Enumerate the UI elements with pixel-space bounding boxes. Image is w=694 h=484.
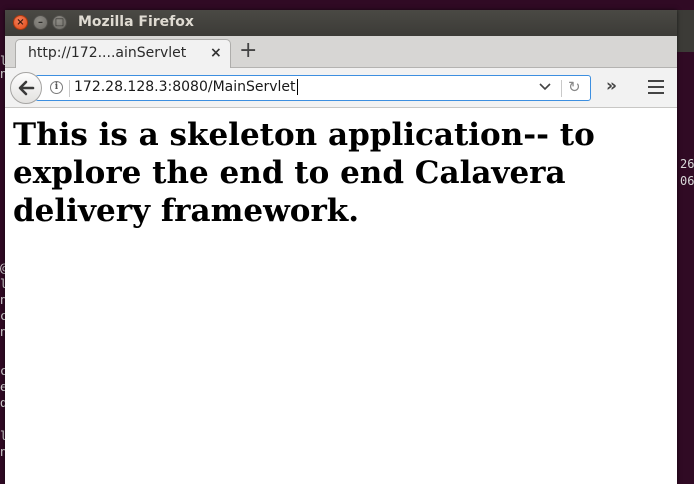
back-arrow-icon	[18, 80, 35, 96]
tab-close-icon[interactable]: ×	[210, 45, 222, 61]
url-bar[interactable]: i 172.28.128.3:8080/MainServlet ↻	[35, 75, 591, 101]
reload-icon[interactable]: ↻	[568, 78, 581, 96]
minimize-window-button[interactable]: –	[33, 15, 48, 30]
terminal-fragment: 26	[680, 157, 694, 171]
maximize-window-button[interactable]: □	[52, 15, 67, 30]
info-icon[interactable]: i	[50, 81, 63, 94]
url-input[interactable]: 172.28.128.3:8080/MainServlet	[74, 79, 298, 95]
page-heading: This is a skeleton application-- to expl…	[13, 117, 595, 229]
navigation-toolbar: i 172.28.128.3:8080/MainServlet ↻ »	[5, 68, 677, 108]
url-separator	[69, 80, 70, 97]
overflow-menu-button[interactable]: »	[606, 76, 617, 96]
tab-strip: http://172....ainServlet × +	[5, 36, 677, 68]
terminal-fragment: 06	[680, 174, 694, 188]
panel-strip	[676, 10, 694, 52]
chevron-down-icon[interactable]	[539, 79, 551, 97]
firefox-window: × – □ Mozilla Firefox http://172....ainS…	[5, 10, 677, 484]
close-window-button[interactable]: ×	[13, 15, 28, 30]
tab-main-servlet[interactable]: http://172....ainServlet ×	[15, 39, 231, 68]
window-title: Mozilla Firefox	[78, 14, 194, 30]
page-content: This is a skeleton application-- to expl…	[5, 108, 677, 484]
hamburger-menu-icon[interactable]	[648, 80, 664, 94]
back-button[interactable]	[10, 72, 42, 104]
title-bar[interactable]: × – □ Mozilla Firefox	[5, 10, 677, 36]
tab-label: http://172....ainServlet	[28, 45, 187, 61]
new-tab-button[interactable]: +	[239, 40, 257, 62]
url-separator	[561, 80, 562, 97]
